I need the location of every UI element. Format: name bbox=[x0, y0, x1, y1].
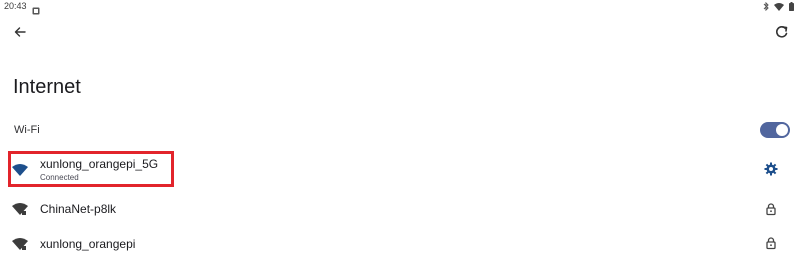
wifi-signal-icon bbox=[12, 237, 28, 251]
network-name: xunlong_orangepi_5G bbox=[40, 157, 159, 171]
battery-icon bbox=[789, 2, 794, 11]
toggle-knob bbox=[776, 124, 788, 136]
network-settings-button[interactable] bbox=[764, 162, 778, 176]
wifi-label: Wi-Fi bbox=[14, 124, 40, 136]
status-time: 20:43 bbox=[4, 1, 27, 11]
arrow-left-icon bbox=[14, 27, 26, 37]
network-status: Connected bbox=[40, 173, 79, 182]
gear-icon bbox=[764, 162, 778, 176]
network-item-xunlong-orangepi-5g[interactable]: xunlong_orangepi_5G Connected bbox=[0, 150, 800, 188]
wifi-status-icon bbox=[774, 2, 784, 11]
network-name: xunlong_orangepi bbox=[40, 237, 136, 251]
refresh-icon bbox=[776, 26, 788, 38]
wifi-toggle-switch[interactable] bbox=[760, 122, 790, 138]
wifi-signal-icon bbox=[12, 163, 28, 177]
scan-refresh-button[interactable] bbox=[774, 24, 790, 40]
status-bar: 20:43 bbox=[0, 0, 800, 15]
page-title: Internet bbox=[13, 76, 81, 98]
notification-icon bbox=[32, 2, 40, 15]
lock-icon bbox=[764, 202, 778, 216]
network-name: ChinaNet-p8lk bbox=[40, 202, 117, 216]
lock-icon bbox=[764, 236, 778, 250]
wifi-signal-icon bbox=[12, 202, 28, 216]
bluetooth-icon bbox=[763, 2, 769, 11]
wifi-toggle-row[interactable]: Wi-Fi bbox=[0, 118, 800, 144]
network-item-chinanet-p8lk[interactable]: ChinaNet-p8lk bbox=[0, 196, 800, 222]
network-item-xunlong-orangepi[interactable]: xunlong_orangepi bbox=[0, 232, 800, 256]
back-button[interactable] bbox=[12, 24, 28, 40]
